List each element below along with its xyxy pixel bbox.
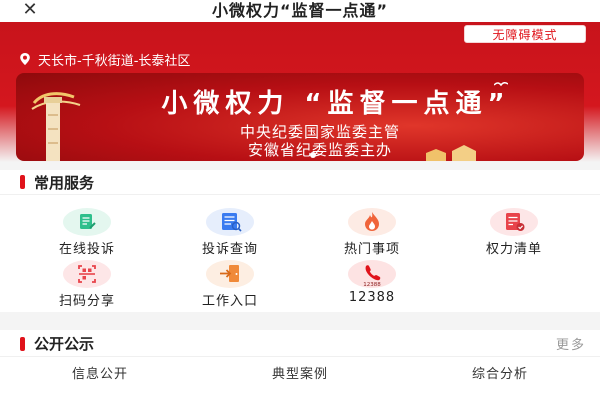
public-notice-panel: 公开公示 更多 信息公开 典型案例 综合分析 [0, 330, 600, 400]
accessibility-mode-button[interactable]: 无障碍模式 [464, 25, 586, 43]
service-power-list[interactable]: 权力清单 [454, 208, 574, 258]
service-label: 热门事项 [343, 242, 400, 257]
location-bar[interactable]: 天长市-千秋街道-长泰社区 [18, 50, 191, 69]
search-list-icon [206, 208, 254, 236]
services-panel: 常用服务 在线投诉 投诉查询 热门事项 权力清单 扫码分享 工作入口 12388… [0, 170, 600, 312]
notice-section-title: 公开公示 [34, 335, 95, 353]
service-label: 12388 [348, 290, 396, 305]
checklist-icon [490, 208, 538, 236]
service-work-entry[interactable]: 工作入口 [170, 260, 290, 310]
complaint-form-icon [63, 208, 111, 236]
section-marker [20, 175, 25, 189]
service-complaint-query[interactable]: 投诉查询 [170, 208, 290, 258]
service-online-complaint[interactable]: 在线投诉 [27, 208, 147, 258]
section-marker [20, 337, 25, 351]
hotline-phone-icon: 12388 [348, 260, 396, 288]
app-screen: 小微权力“监督一点通” ✕ 无障碍模式 天长市-千秋街道-长泰社区 小微权力 “… [0, 0, 600, 400]
notice-tabs: 信息公开 典型案例 综合分析 [0, 356, 600, 400]
qr-scan-icon [63, 260, 111, 288]
tab-info-disclosure[interactable]: 信息公开 [30, 363, 170, 382]
flame-icon [348, 208, 396, 236]
service-label: 投诉查询 [201, 242, 258, 257]
more-link[interactable]: 更多 [556, 334, 586, 353]
location-pin-icon [20, 53, 30, 65]
tab-typical-cases[interactable]: 典型案例 [230, 363, 370, 382]
banner-subtitle-2: 安徽省纪委监委主办 [247, 141, 392, 159]
service-hotline-12388[interactable]: 12388 12388 [312, 260, 432, 310]
top-bar: 小微权力“监督一点通” ✕ [0, 0, 600, 22]
services-section-title: 常用服务 [34, 174, 95, 192]
service-label: 权力清单 [485, 242, 542, 257]
carousel-indicator[interactable] [310, 152, 316, 158]
page-title: 小微权力“监督一点通” [211, 1, 389, 20]
service-scan-share[interactable]: 扫码分享 [27, 260, 147, 310]
building-icon [426, 145, 476, 161]
banner-carousel[interactable]: 小微权力 “监督一点通” 中央纪委国家监委主管 安徽省纪委监委主办 [16, 73, 584, 161]
divider [0, 194, 600, 195]
service-hot-items[interactable]: 热门事项 [312, 208, 432, 258]
location-text: 天长市-千秋街道-长泰社区 [38, 53, 191, 69]
banner-title: 小微权力 “监督一点通” [161, 89, 511, 119]
door-enter-icon [206, 260, 254, 288]
service-label: 在线投诉 [58, 242, 115, 257]
tab-comprehensive-analysis[interactable]: 综合分析 [430, 363, 570, 382]
hotline-icon-caption: 12388 [363, 282, 381, 288]
close-icon[interactable]: ✕ [18, 0, 42, 22]
bird-icon [494, 81, 508, 87]
service-label: 扫码分享 [58, 294, 115, 309]
service-label: 工作入口 [201, 294, 258, 309]
